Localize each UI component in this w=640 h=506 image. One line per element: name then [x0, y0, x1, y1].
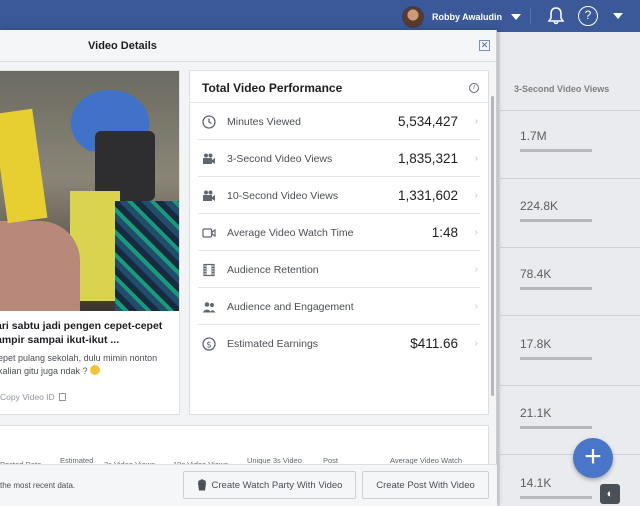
table-row: 78.4K	[520, 267, 630, 290]
views-bar	[520, 357, 592, 360]
modal-title: Video Details	[88, 40, 157, 52]
divider	[500, 454, 640, 455]
performance-header: Total Video Performance i	[190, 71, 488, 103]
divider	[500, 315, 640, 316]
top-navigation-bar: Robby Awaludin ?	[0, 0, 640, 32]
chevron-right-icon: ›	[474, 301, 478, 312]
video-camera-icon	[203, 190, 215, 201]
people-icon	[202, 302, 216, 313]
video-thumbnail[interactable]	[0, 71, 179, 311]
views-bar	[520, 219, 592, 222]
views-bar	[520, 496, 592, 499]
info-icon[interactable]: i	[469, 83, 479, 93]
film-icon	[203, 263, 215, 277]
chevron-down-icon	[511, 14, 522, 20]
video-details-modal: Video Details ✕ ari sabtu jadi pengen ce…	[0, 30, 497, 506]
video-title[interactable]: ari sabtu jadi pengen cepet-cepet ampir …	[0, 311, 179, 347]
modal-header: Video Details ✕	[0, 30, 496, 62]
create-post-button[interactable]: Create Post With Video	[362, 471, 489, 499]
table-row: 1.7M	[520, 129, 630, 152]
popcorn-icon	[197, 479, 206, 491]
profile-name: Robby Awaludin	[432, 12, 503, 22]
help-icon[interactable]: ?	[578, 6, 598, 26]
table-row: 224.8K	[520, 199, 630, 222]
divider	[500, 385, 640, 386]
table-row: 21.1K	[520, 406, 630, 429]
modal-scrollbar[interactable]	[490, 66, 495, 401]
profile-menu[interactable]: Robby Awaludin	[402, 6, 522, 28]
metric-row-estimated-earnings[interactable]: $ Estimated Earnings $411.66 ›	[198, 325, 480, 362]
metric-row-minutes-viewed[interactable]: Minutes Viewed 5,534,427 ›	[198, 103, 480, 140]
close-icon[interactable]: ✕	[479, 40, 490, 51]
bell-icon[interactable]	[546, 6, 566, 26]
laughing-emoji-icon	[90, 365, 101, 375]
copy-video-id-link[interactable]: Copy Video ID	[0, 392, 66, 402]
clock-icon	[202, 115, 216, 129]
avatar	[402, 6, 424, 28]
divider	[500, 178, 640, 179]
chevron-right-icon: ›	[474, 190, 478, 201]
globe-icon[interactable]: ◐	[600, 484, 620, 504]
footer-note: the most recent data.	[0, 481, 76, 490]
views-bar	[520, 426, 592, 429]
video-play-icon	[202, 228, 216, 238]
divider	[500, 247, 640, 248]
settings-dropdown-icon[interactable]	[613, 13, 623, 19]
chevron-right-icon: ›	[474, 116, 478, 127]
metric-row-audience-engagement[interactable]: Audience and Engagement ›	[198, 288, 480, 325]
performance-title: Total Video Performance	[202, 81, 343, 95]
metric-row-3s-views[interactable]: 3-Second Video Views 1,835,321 ›	[198, 140, 480, 177]
metric-row-audience-retention[interactable]: Audience Retention ›	[198, 251, 480, 288]
divider	[530, 8, 531, 24]
svg-text:$: $	[206, 340, 212, 350]
modal-footer: the most recent data. Create Watch Party…	[0, 464, 497, 506]
metric-row-avg-watch-time[interactable]: Average Video Watch Time 1:48 ›	[198, 214, 480, 251]
video-card: ari sabtu jadi pengen cepet-cepet ampir …	[0, 70, 180, 415]
table-row: 17.8K	[520, 337, 630, 360]
video-camera-icon	[203, 153, 215, 164]
create-watch-party-button[interactable]: Create Watch Party With Video	[183, 471, 356, 499]
add-floating-button[interactable]: +	[573, 438, 613, 478]
chevron-right-icon: ›	[474, 227, 478, 238]
column-header-3s-views: 3-Second Video Views	[514, 84, 610, 94]
chevron-right-icon: ›	[474, 153, 478, 164]
video-stats-table: Posted Date Estimated 3s Video Views 10s…	[0, 425, 489, 469]
scrollbar-thumb[interactable]	[491, 96, 494, 396]
views-bar	[520, 287, 592, 290]
total-video-performance-card: Total Video Performance i Minutes Viewed…	[189, 70, 489, 415]
divider	[500, 110, 640, 111]
chevron-right-icon: ›	[474, 264, 478, 275]
chevron-right-icon: ›	[474, 338, 478, 349]
video-description: epet pulang sekolah, dulu mimin nonton k…	[0, 353, 158, 376]
copy-icon	[58, 393, 66, 401]
views-bar	[520, 149, 592, 152]
metric-row-10s-views[interactable]: 10-Second Video Views 1,331,602 ›	[198, 177, 480, 214]
dollar-icon: $	[202, 337, 216, 351]
